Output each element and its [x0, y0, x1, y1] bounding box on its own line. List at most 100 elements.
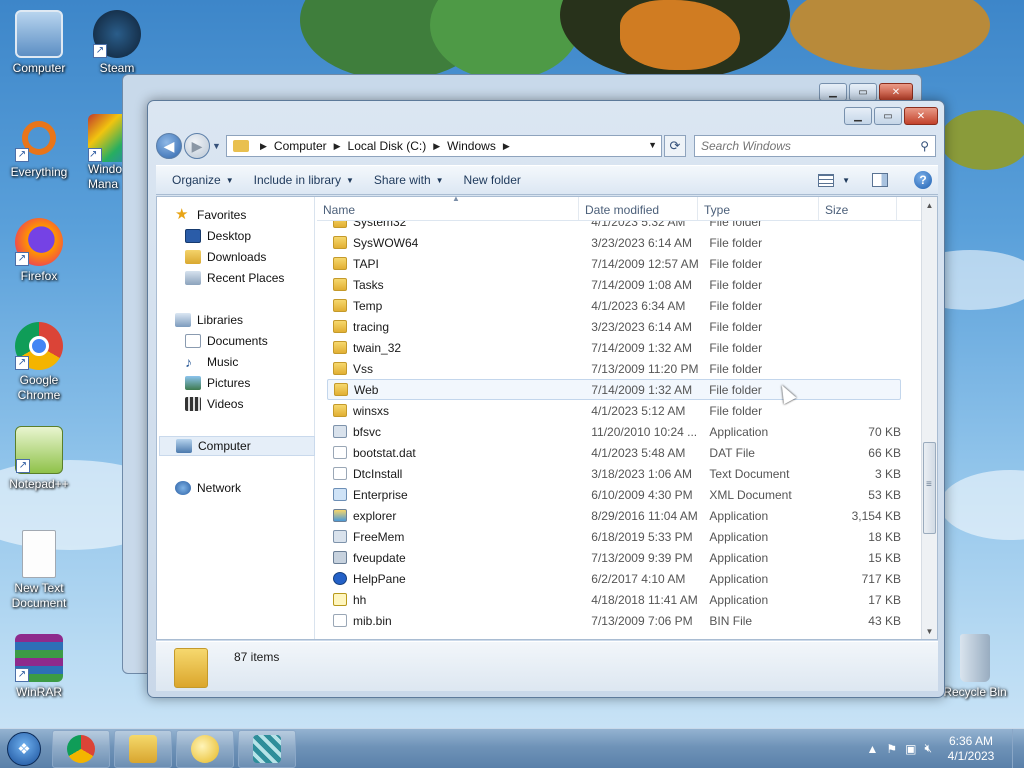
folder-row[interactable]: Web 7/14/2009 1:32 AM File folder — [327, 379, 901, 400]
search-input[interactable] — [701, 139, 901, 153]
nav-favorites[interactable]: ★ Favorites — [175, 205, 331, 225]
desktop-icon-winrar[interactable]: ↗ WinRAR — [0, 634, 78, 700]
app-icon — [333, 425, 347, 438]
music-icon: ♪ — [185, 354, 192, 370]
column-name[interactable]: Name — [317, 197, 579, 220]
close-icon[interactable]: ✕ — [879, 83, 913, 101]
change-view-icon[interactable] — [818, 173, 835, 187]
column-type[interactable]: Type — [698, 197, 819, 220]
folder-row[interactable]: System32 4/1/2023 5:32 AM File folder — [327, 221, 901, 232]
desktop-icon-chrome[interactable]: ↗ Google Chrome — [0, 322, 78, 403]
breadcrumb-computer[interactable]: Computer — [274, 139, 327, 153]
file-name: mib.bin — [353, 613, 392, 628]
taskbar-explorer[interactable] — [114, 729, 172, 768]
folder-row[interactable]: SysWOW64 3/23/2023 6:14 AM File folder — [327, 232, 901, 253]
include-in-library-button[interactable]: Include in library ▼ — [244, 165, 364, 195]
nav-libraries[interactable]: Libraries — [175, 310, 331, 330]
taskbar-network-tool[interactable] — [238, 729, 296, 768]
taskbar-chrome[interactable] — [52, 729, 110, 768]
nav-network[interactable]: Network — [175, 478, 331, 498]
breadcrumb-windows[interactable]: Windows — [447, 139, 496, 153]
file-type: DAT File — [709, 445, 755, 460]
refresh-button[interactable]: ⟳ — [664, 135, 686, 157]
folder-row[interactable]: Vss 7/13/2009 11:20 PM File folder — [327, 358, 901, 379]
file-row[interactable]: explorer 8/29/2016 11:04 AM Application 3,1… — [327, 505, 901, 526]
show-desktop-button[interactable] — [1012, 728, 1024, 768]
volume-icon[interactable]: 🔇︎ — [924, 741, 932, 756]
file-row[interactable]: bootstat.dat 4/1/2023 5:48 AM DAT File 66 K… — [327, 442, 901, 463]
share-with-button[interactable]: Share with ▼ — [364, 165, 454, 195]
new-folder-button[interactable]: New folder — [454, 165, 531, 195]
search-box[interactable]: ⚲ — [694, 135, 936, 157]
desktop-icon-recycle-bin[interactable]: Recycle Bin — [936, 634, 1014, 700]
network-icon — [175, 481, 191, 495]
network-status-icon[interactable]: ▣ — [905, 742, 916, 756]
show-hidden-icons-icon[interactable]: ▲ — [866, 742, 878, 756]
address-dropdown-icon[interactable]: ▼ — [648, 140, 657, 150]
vertical-scrollbar[interactable]: ▲ ▼ — [921, 197, 937, 639]
view-options-dropdown[interactable]: ▼ — [842, 176, 850, 185]
maximize-button[interactable]: ▭ — [874, 107, 902, 125]
action-center-icon[interactable]: ⚑ — [886, 742, 897, 756]
file-type: Application — [709, 592, 769, 607]
clock[interactable]: 6:36 AM 4/1/2023 — [940, 734, 1002, 764]
file-row[interactable]: mib.bin 7/13/2009 7:06 PM BIN File 43 KB — [327, 610, 901, 631]
minimize-icon[interactable]: ▁ — [819, 83, 847, 101]
file-row[interactable]: DtcInstall 3/18/2023 1:06 AM Text Document… — [327, 463, 901, 484]
desktop-icon-steam[interactable]: ↗ Steam — [78, 10, 156, 76]
folder-row[interactable]: winsxs 4/1/2023 5:12 AM File folder — [327, 400, 901, 421]
explorer-window[interactable]: ▁ ▭ ✕ ◀ ▶ ▼ ▶ Computer ▶ Local Disk (C:)… — [147, 100, 945, 698]
organize-button[interactable]: Organize ▼ — [156, 165, 244, 195]
desktop-icon-firefox[interactable]: ↗ Firefox — [0, 218, 78, 284]
file-date: 3/23/2023 6:14 AM — [591, 319, 693, 334]
arrow-left-icon: ◀ — [163, 137, 175, 154]
address-bar[interactable]: ▶ Computer ▶ Local Disk (C:) ▶ Windows ▶… — [226, 135, 662, 157]
file-size: 43 KB — [868, 613, 901, 628]
folder-icon — [333, 320, 347, 333]
file-row[interactable]: HelpPane 6/2/2017 4:10 AM Application 717 K… — [327, 568, 901, 589]
maximize-icon[interactable]: ▭ — [849, 83, 877, 101]
start-button[interactable]: ❖ — [0, 729, 48, 768]
file-type: Application — [709, 508, 769, 523]
file-type: Application — [709, 424, 769, 439]
folder-row[interactable]: tracing 3/23/2023 6:14 AM File folder — [327, 316, 901, 337]
scroll-thumb[interactable] — [923, 442, 936, 534]
file-row[interactable]: fveupdate 7/13/2009 9:39 PM Application 15 … — [327, 547, 901, 568]
preview-pane-icon[interactable] — [872, 173, 888, 187]
search-icon[interactable]: ⚲ — [920, 139, 929, 153]
file-date: 4/1/2023 5:48 AM — [591, 445, 686, 460]
desktop-icon-notepadpp[interactable]: ↗ Notepad++ — [0, 426, 78, 492]
folder-row[interactable]: Temp 4/1/2023 6:34 AM File folder — [327, 295, 901, 316]
nav-computer[interactable]: Computer — [159, 436, 315, 456]
desktop-icon-everything[interactable]: ↗ Everything — [0, 114, 78, 180]
taskbar-search-tool[interactable] — [176, 729, 234, 768]
breadcrumb-separator-icon[interactable]: ▶ — [260, 141, 267, 152]
breadcrumb-local-disk[interactable]: Local Disk (C:) — [348, 139, 427, 153]
file-row[interactable]: Enterprise 6/10/2009 4:30 PM XML Document 5… — [327, 484, 901, 505]
folder-row[interactable]: TAPI 7/14/2009 12:57 AM File folder — [327, 253, 901, 274]
file-type: File folder — [709, 340, 763, 355]
scroll-up-icon[interactable]: ▲ — [922, 197, 937, 213]
close-button[interactable]: ✕ — [904, 107, 938, 125]
breadcrumb-separator-icon[interactable]: ▶ — [334, 141, 341, 152]
column-size[interactable]: Size — [819, 197, 897, 220]
folder-row[interactable]: Tasks 7/14/2009 1:08 AM File folder — [327, 274, 901, 295]
help-icon[interactable]: ? — [914, 171, 932, 189]
scroll-down-icon[interactable]: ▼ — [922, 623, 937, 639]
breadcrumb-separator-icon[interactable]: ▶ — [503, 141, 510, 152]
file-row[interactable]: FreeMem 6/18/2019 5:33 PM Application 18 KB — [327, 526, 901, 547]
file-type: File folder — [709, 403, 763, 418]
recent-pages-dropdown[interactable]: ▼ — [212, 141, 222, 151]
minimize-button[interactable]: ▁ — [844, 107, 872, 125]
folder-row[interactable]: twain_32 7/14/2009 1:32 AM File folder — [327, 337, 901, 358]
breadcrumb-separator-icon[interactable]: ▶ — [433, 141, 440, 152]
folder-icon — [334, 383, 348, 396]
column-date-modified[interactable]: Date modified — [579, 197, 698, 220]
file-row[interactable]: bfsvc 11/20/2010 10:24 ... Application 70 K… — [327, 421, 901, 442]
desktop-icon-windows-manager[interactable]: ↗ Windo Mana — [78, 114, 128, 192]
file-row[interactable]: hh 4/18/2018 11:41 AM Application 17 KB — [327, 589, 901, 610]
back-button[interactable]: ◀ — [156, 133, 182, 159]
desktop-icon-computer[interactable]: Computer — [0, 10, 78, 76]
desktop-icon-new-text-document[interactable]: New Text Document — [0, 530, 78, 611]
forward-button[interactable]: ▶ — [184, 133, 210, 159]
